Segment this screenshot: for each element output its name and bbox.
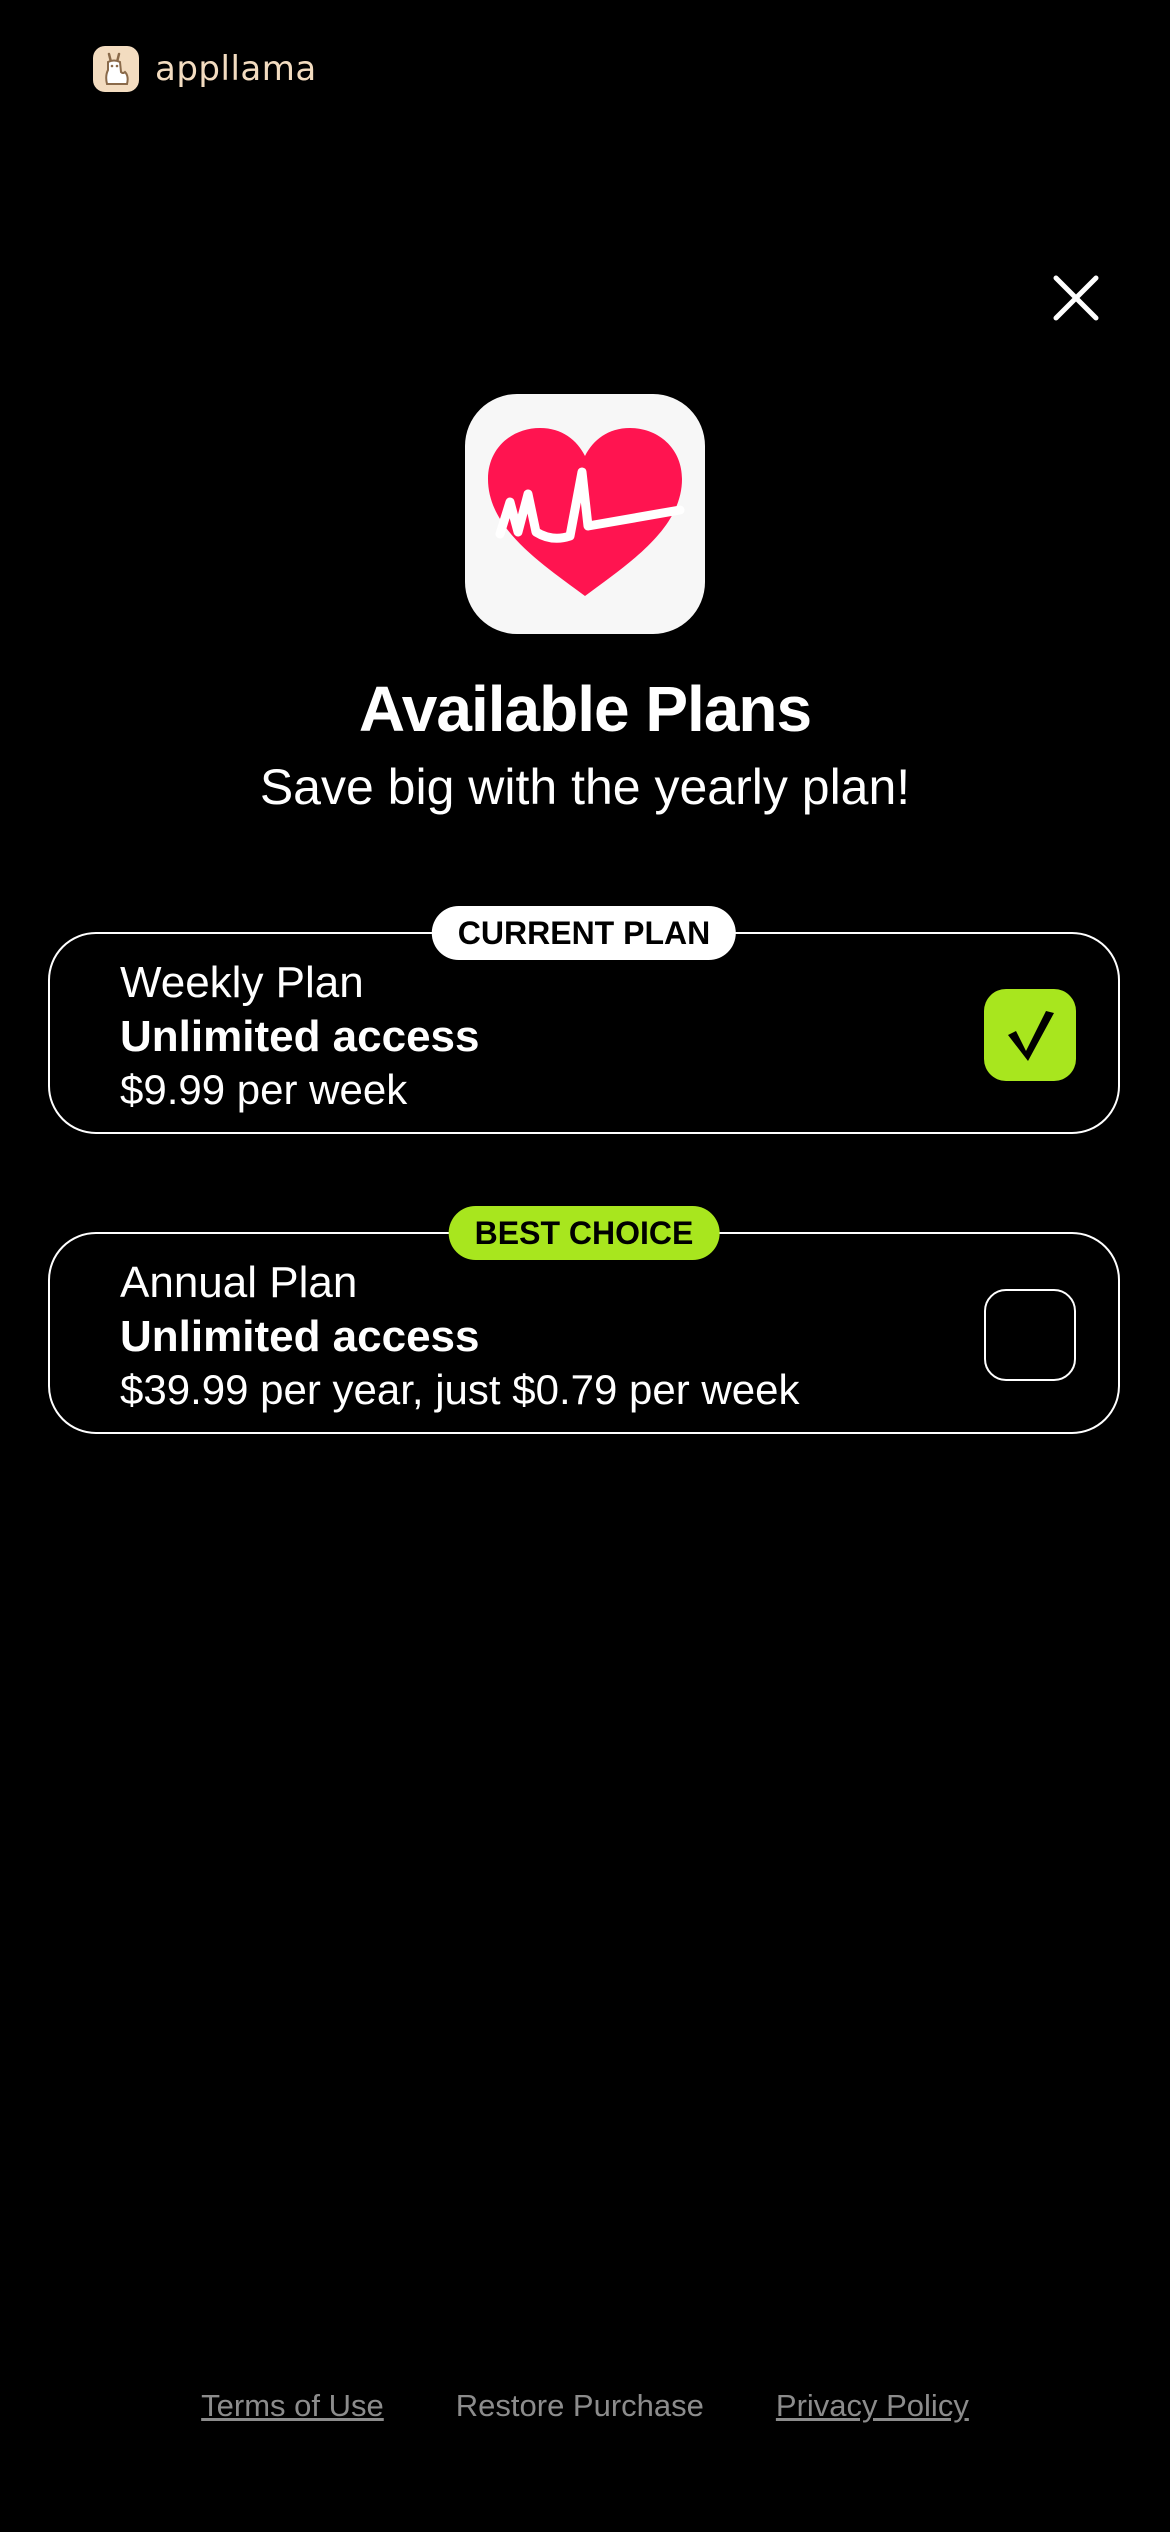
plan-access: Unlimited access xyxy=(120,1012,480,1061)
plan-name: Annual Plan xyxy=(120,1258,358,1307)
brand: appllama xyxy=(93,46,317,92)
page-title: Available Plans xyxy=(358,673,812,745)
plan-card-annual[interactable]: BEST CHOICE Annual Plan Unlimited access… xyxy=(48,1206,1120,1434)
footer-links: Terms of Use Restore Purchase Privacy Po… xyxy=(0,2388,1170,2424)
plan-details: Annual Plan Unlimited access $39.99 per … xyxy=(120,1256,799,1416)
terms-of-use-link[interactable]: Terms of Use xyxy=(201,2388,384,2424)
close-icon xyxy=(1053,275,1099,321)
plan-access: Unlimited access xyxy=(120,1312,480,1361)
plan-price: $9.99 per week xyxy=(120,1066,408,1113)
heart-pulse-icon xyxy=(488,428,685,596)
close-button[interactable] xyxy=(1046,268,1106,328)
brand-name: appllama xyxy=(155,49,317,89)
page-subtitle: Save big with the yearly plan! xyxy=(259,759,911,815)
plan-card-weekly[interactable]: CURRENT PLAN Weekly Plan Unlimited acces… xyxy=(48,906,1120,1134)
app-icon xyxy=(465,394,705,634)
plan-checkbox-checked[interactable] xyxy=(984,989,1076,1081)
restore-purchase-link[interactable]: Restore Purchase xyxy=(456,2388,704,2424)
plan-details: Weekly Plan Unlimited access $9.99 per w… xyxy=(120,956,480,1116)
best-choice-badge: BEST CHOICE xyxy=(448,1206,720,1260)
plan-checkbox-unchecked[interactable] xyxy=(984,1289,1076,1381)
llama-icon xyxy=(93,46,139,92)
current-plan-badge: CURRENT PLAN xyxy=(431,906,737,960)
plan-name: Weekly Plan xyxy=(120,958,364,1007)
plan-price: $39.99 per year, just $0.79 per week xyxy=(120,1366,800,1413)
privacy-policy-link[interactable]: Privacy Policy xyxy=(776,2388,969,2424)
checkmark-icon xyxy=(1008,1011,1054,1061)
